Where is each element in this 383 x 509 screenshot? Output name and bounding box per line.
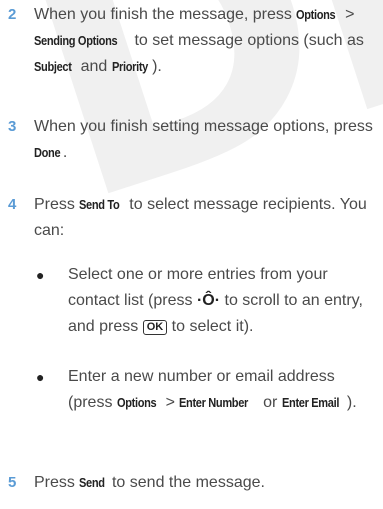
bullet-dot: ● xyxy=(36,267,45,283)
step-number: 3 xyxy=(8,118,17,135)
options-key-label: Options xyxy=(296,7,336,22)
step-text: When you finish setting message options,… xyxy=(34,114,379,166)
bullet-text: Enter a new number or email address (pre… xyxy=(68,364,383,416)
ok-key-icon: OK xyxy=(142,320,168,335)
priority-label: Priority xyxy=(111,59,148,74)
enter-number-label: Enter Number xyxy=(179,395,249,410)
bullet-text: Select one or more entries from your con… xyxy=(68,266,363,335)
done-key-label: Done xyxy=(34,145,61,160)
send-key-label: Send xyxy=(79,475,106,490)
step-number: 2 xyxy=(8,6,17,23)
bullet-dot: ● xyxy=(36,369,45,385)
step-text: Press Send To to select message recipien… xyxy=(34,192,379,244)
send-to-key-label: Send To xyxy=(79,197,120,212)
step-text: Press Send to send the message. xyxy=(34,470,379,496)
step-text: When you finish the message, press Optio… xyxy=(34,2,379,80)
nav-key-icon: ·Ô· xyxy=(196,292,221,309)
sending-options-label: Sending Options xyxy=(34,33,118,48)
subject-label: Subject xyxy=(34,59,72,74)
options-key-label: Options xyxy=(116,395,157,410)
step-number: 5 xyxy=(8,474,17,491)
step-number: 4 xyxy=(8,196,17,213)
enter-email-label: Enter Email xyxy=(281,395,339,410)
